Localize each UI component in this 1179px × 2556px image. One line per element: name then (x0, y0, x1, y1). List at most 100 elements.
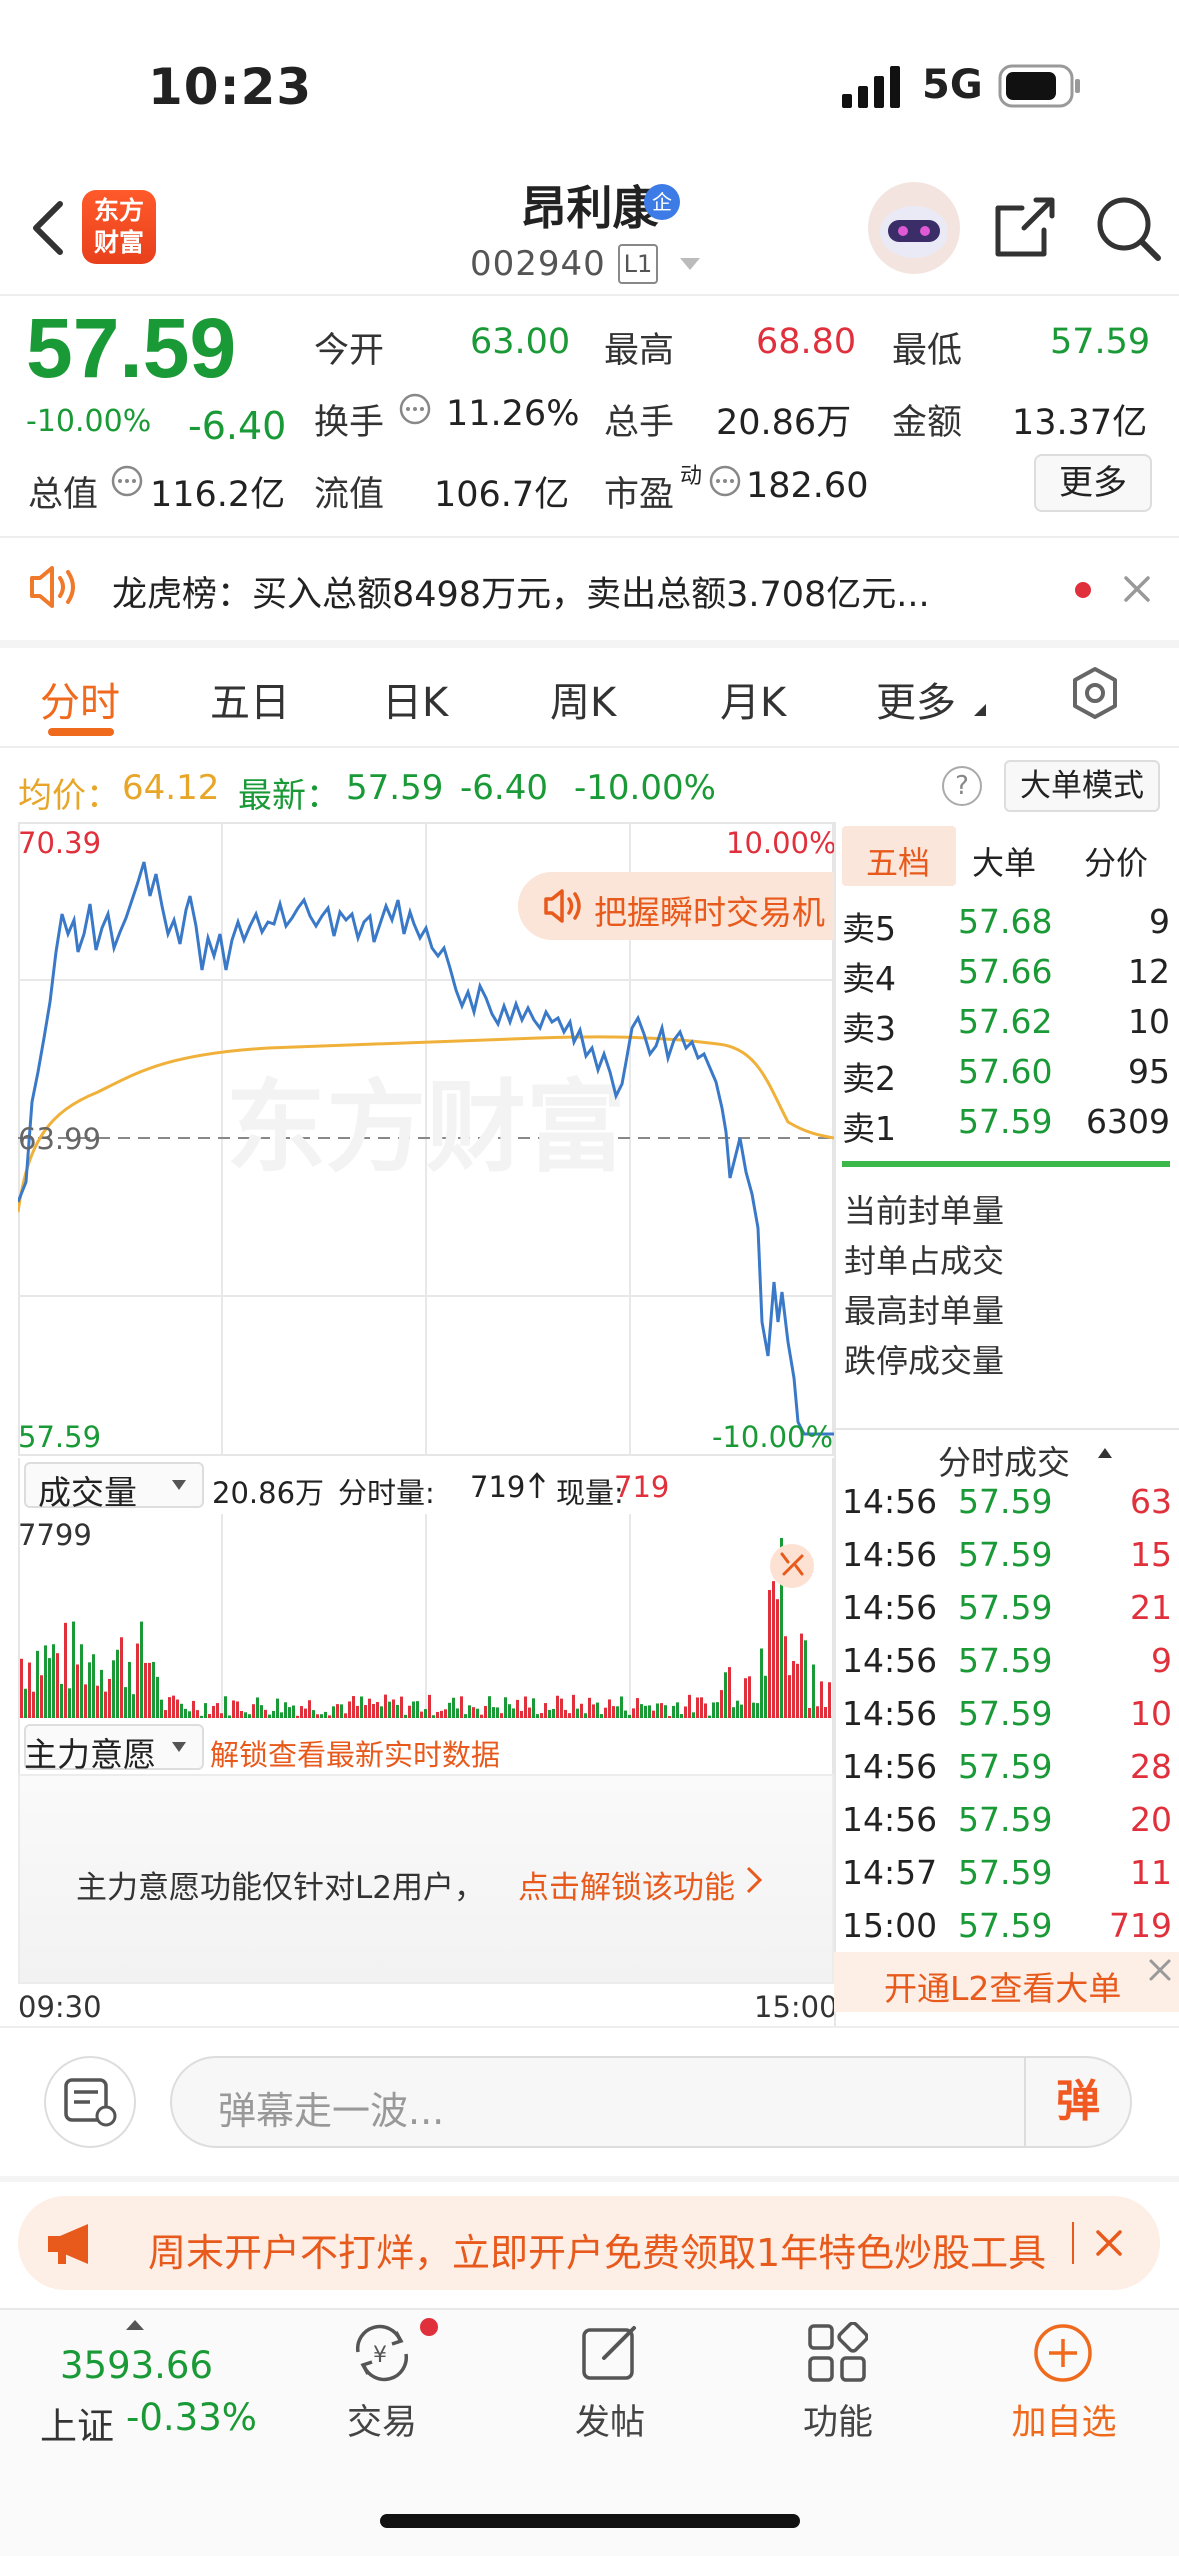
tab-monthly-k[interactable]: 月K (720, 670, 786, 728)
volume-bar (144, 1662, 147, 1718)
seal-current: 当前封单量 (844, 1192, 1005, 1230)
caret-up-icon[interactable] (1096, 1446, 1114, 1460)
search-icon[interactable] (1094, 194, 1164, 264)
share-icon[interactable] (992, 194, 1058, 260)
dropdown-caret-icon (172, 1480, 186, 1490)
danmaku-input[interactable]: 弹幕走一波... (170, 2056, 1132, 2148)
close-icon[interactable] (1122, 574, 1152, 604)
close-icon[interactable] (1146, 1956, 1174, 1984)
tab-daily-k[interactable]: 日K (382, 670, 448, 728)
volume-bar (532, 1698, 535, 1718)
volume-bar (700, 1697, 703, 1718)
more-button[interactable]: 更多 (1034, 454, 1152, 512)
amount-label: 金额 (892, 403, 963, 443)
more-dots-icon[interactable] (110, 464, 144, 498)
dropdown-caret-icon[interactable] (678, 256, 702, 272)
volume-bar (648, 1705, 651, 1718)
nav-add-watchlist[interactable]: 加自选 (964, 2394, 1164, 2445)
megaphone-icon (48, 2224, 88, 2264)
divider (0, 536, 1179, 538)
low-value: 57.59 (1050, 322, 1151, 362)
add-watchlist-icon[interactable] (1032, 2322, 1094, 2384)
volume-bar (84, 1684, 87, 1718)
chevron-right-icon[interactable] (744, 1864, 764, 1896)
l2-unlock-link[interactable]: 点击解锁该功能 (518, 1862, 735, 1907)
tab-weekly-k[interactable]: 周K (550, 670, 616, 728)
tab-price-dist[interactable]: 分价 (1084, 838, 1148, 884)
l2-banner-text[interactable]: 开通L2查看大单 (884, 1962, 1121, 2010)
volume-bar (656, 1703, 659, 1718)
trades-title[interactable]: 分时成交 (938, 1436, 1070, 1484)
volume-bar (196, 1710, 199, 1718)
volume-bar (336, 1704, 339, 1718)
volume-bar (748, 1676, 751, 1718)
intent-selector-label: 主力意愿 (24, 1735, 156, 1774)
close-icon[interactable] (1094, 2228, 1124, 2258)
functions-grid-icon[interactable] (806, 2322, 868, 2384)
volume-bar (452, 1697, 455, 1718)
volume-bar (804, 1640, 807, 1718)
nav-trade[interactable]: 交易 (282, 2394, 482, 2445)
volume-bar (828, 1682, 831, 1718)
volume-bar (272, 1710, 275, 1718)
tab-five-day[interactable]: 五日 (210, 670, 290, 728)
tab-big-orders[interactable]: 大单 (972, 838, 1036, 884)
settings-gear-icon[interactable] (1068, 666, 1122, 720)
help-icon[interactable]: ? (942, 766, 982, 806)
volume-bar (624, 1710, 627, 1718)
nav-functions[interactable]: 功能 (738, 2394, 938, 2445)
volume-bar (732, 1707, 735, 1718)
robot-avatar-icon[interactable] (866, 180, 962, 276)
trade-row: 14:56 57.59 9 (842, 1641, 1172, 1680)
volume-bar (592, 1704, 595, 1718)
volume-bar (88, 1662, 91, 1718)
volume-bar (264, 1709, 267, 1718)
more-dots-icon[interactable] (708, 464, 742, 498)
big-order-mode-button[interactable]: 大单模式 (1004, 760, 1160, 812)
volume-bar (472, 1707, 475, 1718)
more-dots-icon[interactable] (398, 392, 432, 426)
volume-bar (720, 1690, 723, 1718)
index-name[interactable]: 上证 (40, 2396, 114, 2450)
opportunity-pill-text[interactable]: 把握瞬时交易机 (594, 886, 834, 934)
volume-bar (548, 1709, 551, 1718)
float-value: 106.7亿 (434, 475, 570, 515)
volume-bar (496, 1707, 499, 1718)
index-value[interactable]: 3593.66 (60, 2344, 213, 2387)
volume-bar (644, 1705, 647, 1718)
volume-bar (716, 1702, 719, 1718)
danmaku-send-button[interactable]: 弹 (1024, 2058, 1130, 2146)
index-change[interactable]: -0.33% (126, 2396, 257, 2439)
promo-text[interactable]: 周末开户不打烊，立即开户免费领取1年特色炒股工具 (148, 2222, 1046, 2277)
volume-bar (276, 1698, 279, 1718)
post-edit-icon[interactable] (580, 2322, 642, 2384)
tick-volume-label: 分时量: (338, 1476, 435, 1510)
volume-bar (632, 1708, 635, 1718)
notice-text[interactable]: 龙虎榜：买入总额8498万元，卖出总额3.708亿元... (112, 566, 930, 617)
volume-bar (48, 1658, 51, 1718)
volume-bar (740, 1704, 743, 1718)
volume-bar (672, 1705, 675, 1718)
header-divider (0, 294, 1179, 296)
nav-post[interactable]: 发帖 (510, 2394, 710, 2445)
volume-bar (456, 1708, 459, 1718)
trade-icon[interactable]: ¥ (346, 2322, 418, 2384)
volume-bar (304, 1708, 307, 1718)
volume-bar (620, 1696, 623, 1718)
volume-bar (384, 1694, 387, 1718)
divider (0, 2308, 1179, 2310)
stock-code: 002940 (470, 244, 606, 284)
volume-bar (388, 1701, 391, 1718)
volume-bar (440, 1710, 443, 1718)
y-axis-mid: 63.99 (18, 1122, 102, 1156)
volume-bar (604, 1707, 607, 1718)
avg-price-label: 均价： (18, 776, 120, 816)
intent-unlock-link[interactable]: 解锁查看最新实时数据 (210, 1732, 500, 1774)
ask3-label: 卖3 (842, 1009, 896, 1048)
volume-bar (156, 1676, 159, 1718)
tab-more[interactable]: 更多 (876, 670, 956, 728)
tab-five-level[interactable]: 五档 (866, 838, 930, 884)
signal-icon (842, 66, 900, 108)
tab-intraday[interactable]: 分时 (40, 670, 120, 728)
volume-bar (260, 1705, 263, 1718)
